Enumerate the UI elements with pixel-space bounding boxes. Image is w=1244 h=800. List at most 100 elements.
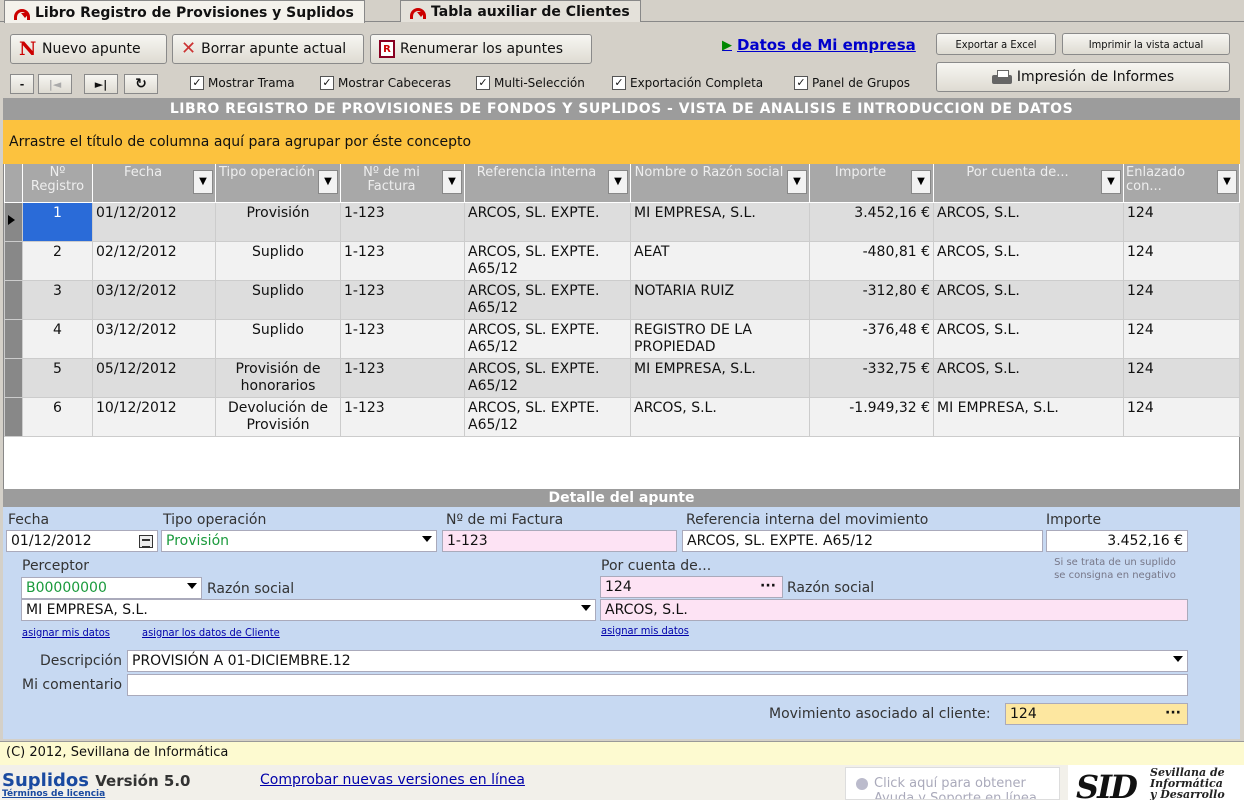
ellipsis-icon[interactable]: ··· <box>1165 705 1181 721</box>
perceptor-select[interactable]: B00000000 <box>21 577 202 599</box>
cell-referencia[interactable]: ARCOS, SL. EXPTE. <box>464 201 631 242</box>
cell-por-cuenta[interactable]: ARCOS, S.L. <box>933 318 1124 359</box>
cuenta-razon-field[interactable]: ARCOS, S.L. <box>600 599 1188 621</box>
cell-importe[interactable]: -376,48 € <box>809 318 934 359</box>
refresh-button[interactable]: ↻ <box>124 74 158 94</box>
cell-nombre[interactable]: MI EMPRESA, S.L. <box>630 357 810 398</box>
group-panel[interactable]: Arrastre el título de columna aquí para … <box>3 120 1240 164</box>
factura-field[interactable]: 1-123 <box>442 530 677 552</box>
table-row[interactable]: 4 03/12/2012 Suplido 1-123 ARCOS, SL. EX… <box>4 318 1240 359</box>
cell-tipo[interactable]: Provisión <box>215 201 341 242</box>
cell-fecha[interactable]: 03/12/2012 <box>92 318 216 359</box>
license-link[interactable]: Términos de licencia <box>2 789 105 799</box>
cell-registro[interactable]: 6 <box>22 396 93 437</box>
filter-dropdown-icon[interactable]: ▼ <box>193 170 213 194</box>
tab-libro-registro[interactable]: Libro Registro de Provisiones y Suplidos <box>4 0 365 23</box>
cell-nombre[interactable]: MI EMPRESA, S.L. <box>630 201 810 242</box>
cell-tipo[interactable]: Suplido <box>215 240 341 281</box>
cell-importe[interactable]: -332,75 € <box>809 357 934 398</box>
option-mostrar-trama[interactable]: ✓ Mostrar Trama <box>190 76 295 90</box>
cell-nombre[interactable]: REGISTRO DE LA PROPIEDAD <box>630 318 810 359</box>
renumber-button[interactable]: R Renumerar los apuntes <box>370 34 592 64</box>
col-header-fecha[interactable]: Fecha ▼ <box>92 164 216 203</box>
cell-tipo[interactable]: Suplido <box>215 318 341 359</box>
tab-clientes[interactable]: Tabla auxiliar de Clientes <box>400 0 641 22</box>
cell-por-cuenta[interactable]: ARCOS, S.L. <box>933 240 1124 281</box>
cell-factura[interactable]: 1-123 <box>340 240 465 281</box>
nav-prev-button[interactable]: |◄ <box>38 74 72 94</box>
nav-next-button[interactable]: ►| <box>84 74 118 94</box>
filter-dropdown-icon[interactable]: ▼ <box>1101 170 1121 194</box>
nav-first-button[interactable]: - <box>10 74 34 94</box>
option-panel-grupos[interactable]: ✓ Panel de Grupos <box>794 76 910 90</box>
cell-factura[interactable]: 1-123 <box>340 279 465 320</box>
cell-fecha[interactable]: 01/12/2012 <box>92 201 216 242</box>
filter-dropdown-icon[interactable]: ▼ <box>787 170 807 194</box>
cell-fecha[interactable]: 02/12/2012 <box>92 240 216 281</box>
checkbox[interactable]: ✓ <box>190 76 204 90</box>
cell-enlazado[interactable]: 124 <box>1123 279 1240 320</box>
cell-por-cuenta[interactable]: ARCOS, S.L. <box>933 279 1124 320</box>
cell-registro[interactable]: 2 <box>22 240 93 281</box>
checkbox[interactable]: ✓ <box>476 76 490 90</box>
comentario-field[interactable] <box>127 674 1188 696</box>
filter-dropdown-icon[interactable]: ▼ <box>1217 170 1237 194</box>
check-updates-link[interactable]: Comprobar nuevas versiones en línea <box>260 772 525 788</box>
cell-tipo[interactable]: Devolución de Provisión <box>215 396 341 437</box>
col-header-factura[interactable]: Nº de mi Factura ▼ <box>340 164 465 203</box>
fecha-field[interactable]: 01/12/2012 <box>6 530 158 552</box>
cell-enlazado[interactable]: 124 <box>1123 396 1240 437</box>
cell-referencia[interactable]: ARCOS, SL. EXPTE. A65/12 <box>464 318 631 359</box>
cell-registro[interactable]: 1 <box>22 201 93 242</box>
cell-tipo[interactable]: Suplido <box>215 279 341 320</box>
cell-nombre[interactable]: NOTARIA RUIZ <box>630 279 810 320</box>
table-row[interactable]: 3 03/12/2012 Suplido 1-123 ARCOS, SL. EX… <box>4 279 1240 320</box>
col-header-referencia[interactable]: Referencia interna ▼ <box>464 164 631 203</box>
cell-nombre[interactable]: ARCOS, S.L. <box>630 396 810 437</box>
cell-fecha[interactable]: 03/12/2012 <box>92 279 216 320</box>
assign-my-data-link-2[interactable]: asignar mis datos <box>601 624 689 637</box>
cell-importe[interactable]: 3.452,16 € <box>809 201 934 242</box>
assign-my-data-link[interactable]: asignar mis datos <box>22 626 110 639</box>
cell-fecha[interactable]: 10/12/2012 <box>92 396 216 437</box>
cell-referencia[interactable]: ARCOS, SL. EXPTE. A65/12 <box>464 396 631 437</box>
cell-factura[interactable]: 1-123 <box>340 396 465 437</box>
company-data-link[interactable]: ▶ Datos de Mi empresa <box>722 36 916 54</box>
checkbox[interactable]: ✓ <box>320 76 334 90</box>
cell-por-cuenta[interactable]: MI EMPRESA, S.L. <box>933 396 1124 437</box>
cell-registro[interactable]: 5 <box>22 357 93 398</box>
option-mostrar-cabeceras[interactable]: ✓ Mostrar Cabeceras <box>320 76 451 90</box>
descripcion-field[interactable]: PROVISIÓN A 01-DICIEMBRE.12 <box>127 650 1188 672</box>
cell-enlazado[interactable]: 124 <box>1123 357 1240 398</box>
new-entry-button[interactable]: N Nuevo apunte <box>10 34 167 64</box>
cell-referencia[interactable]: ARCOS, SL. EXPTE. A65/12 <box>464 279 631 320</box>
cell-enlazado[interactable]: 124 <box>1123 240 1240 281</box>
cell-registro[interactable]: 4 <box>22 318 93 359</box>
filter-dropdown-icon[interactable]: ▼ <box>318 170 338 194</box>
export-excel-button[interactable]: Exportar a Excel <box>936 33 1056 55</box>
cell-nombre[interactable]: AEAT <box>630 240 810 281</box>
table-row[interactable]: 5 05/12/2012 Provisión de honorarios 1-1… <box>4 357 1240 398</box>
importe-field[interactable]: 3.452,16 € <box>1046 530 1188 552</box>
cell-tipo[interactable]: Provisión de honorarios <box>215 357 341 398</box>
col-header-importe[interactable]: Importe ▼ <box>809 164 934 203</box>
cell-importe[interactable]: -480,81 € <box>809 240 934 281</box>
option-exportacion-completa[interactable]: ✓ Exportación Completa <box>612 76 763 90</box>
col-header-enlazado[interactable]: Enlazado con... ▼ <box>1123 164 1240 203</box>
table-row[interactable]: 6 10/12/2012 Devolución de Provisión 1-1… <box>4 396 1240 437</box>
assign-client-data-link[interactable]: asignar los datos de Cliente <box>142 626 280 639</box>
online-help-button[interactable]: Click aquí para obtener Ayuda y Soporte … <box>845 767 1060 800</box>
cell-por-cuenta[interactable]: ARCOS, S.L. <box>933 201 1124 242</box>
col-header-tipo[interactable]: Tipo operación ▼ <box>215 164 341 203</box>
por-cuenta-field[interactable]: 124 ··· <box>600 576 783 598</box>
cell-enlazado[interactable]: 124 <box>1123 318 1240 359</box>
ellipsis-icon[interactable]: ··· <box>760 578 776 594</box>
cell-factura[interactable]: 1-123 <box>340 318 465 359</box>
table-row[interactable]: 2 02/12/2012 Suplido 1-123 ARCOS, SL. EX… <box>4 240 1240 281</box>
filter-dropdown-icon[interactable]: ▼ <box>608 170 628 194</box>
tipo-select[interactable]: Provisión <box>161 530 437 552</box>
calendar-icon[interactable] <box>139 535 153 548</box>
cell-enlazado[interactable]: 124 <box>1123 201 1240 242</box>
referencia-field[interactable]: ARCOS, SL. EXPTE. A65/12 <box>682 530 1043 552</box>
cell-factura[interactable]: 1-123 <box>340 201 465 242</box>
